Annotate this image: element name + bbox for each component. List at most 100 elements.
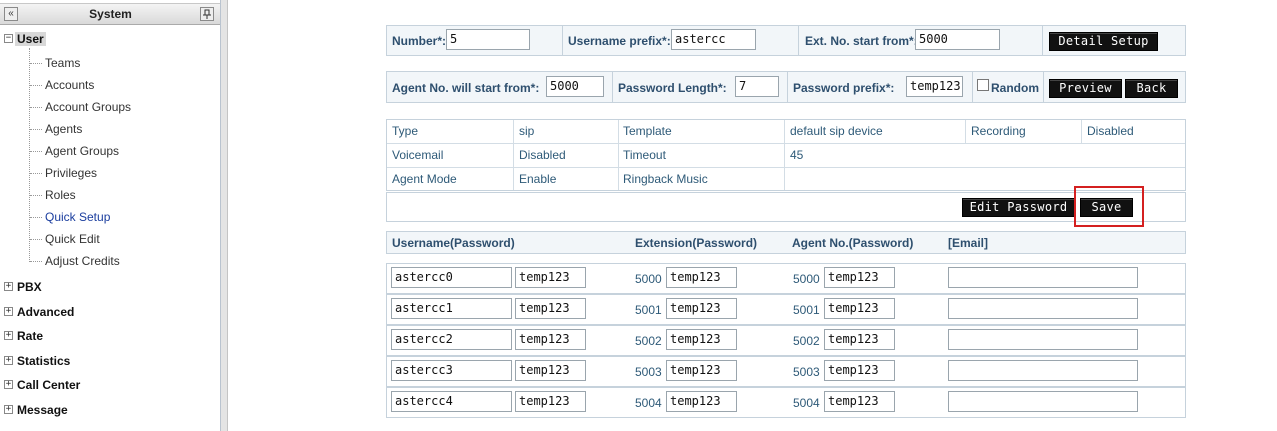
info-agent-mode-label: Agent Mode <box>392 172 457 186</box>
info-type-value: sip <box>519 124 535 138</box>
email-input[interactable] <box>948 391 1138 412</box>
expand-plus-icon[interactable]: + <box>4 380 13 389</box>
password-prefix-label: Password prefix*: <box>793 81 895 95</box>
email-input[interactable] <box>948 360 1138 381</box>
expand-plus-icon[interactable]: + <box>4 282 13 291</box>
sidebar-item-privileges[interactable]: Privileges <box>45 166 97 184</box>
grid-line <box>387 167 1185 168</box>
expand-plus-icon[interactable]: + <box>4 405 13 414</box>
tree-branch-line <box>30 217 42 218</box>
sidebar-group-rate[interactable]: + Rate <box>0 327 220 347</box>
col-username: Username(Password) <box>392 236 515 250</box>
sidebar-group-label[interactable]: Statistics <box>17 354 70 368</box>
sidebar-item-quick-setup[interactable]: Quick Setup <box>45 210 110 228</box>
extension-number: 5004 <box>635 396 662 410</box>
edit-password-button[interactable]: Edit Password <box>962 198 1075 217</box>
tree-branch-line <box>30 85 42 86</box>
extension-password-input[interactable]: temp123 <box>666 267 737 288</box>
info-voicemail-value: Disabled <box>519 148 566 162</box>
info-agent-mode-value: Enable <box>519 172 557 186</box>
user-password-input[interactable]: temp123 <box>515 391 586 412</box>
sidebar-group-label[interactable]: Message <box>17 403 68 417</box>
sidebar-group-message[interactable]: + Message <box>0 401 220 421</box>
sidebar-group-label[interactable]: User <box>15 32 46 46</box>
info-recording-label: Recording <box>971 124 1026 138</box>
grid-line <box>513 120 514 190</box>
sidebar-item-agents[interactable]: Agents <box>45 122 82 140</box>
sidebar-group-user[interactable]: − User <box>0 30 220 50</box>
back-button[interactable]: Back <box>1125 79 1178 98</box>
ext-start-input[interactable]: 5000 <box>915 29 1000 50</box>
sidebar-item-quick-edit[interactable]: Quick Edit <box>45 232 100 250</box>
sidebar-item-roles[interactable]: Roles <box>45 188 76 206</box>
email-input[interactable] <box>948 267 1138 288</box>
extension-password-input[interactable]: temp123 <box>666 391 737 412</box>
pin-icon[interactable] <box>200 7 214 21</box>
expand-plus-icon[interactable]: + <box>4 331 13 340</box>
extension-password-input[interactable]: temp123 <box>666 329 737 350</box>
password-length-label: Password Length*: <box>618 81 727 95</box>
sidebar-group-label[interactable]: Rate <box>17 329 43 343</box>
collapse-minus-icon[interactable]: − <box>4 34 13 43</box>
username-input[interactable]: astercc1 <box>391 298 512 319</box>
random-label: Random <box>991 81 1039 95</box>
grid-line <box>784 120 785 190</box>
email-input[interactable] <box>948 329 1138 350</box>
sidebar-group-advanced[interactable]: + Advanced <box>0 303 220 323</box>
agent-start-input[interactable]: 5000 <box>546 76 604 97</box>
sidebar-group-label[interactable]: Call Center <box>17 378 80 392</box>
sidebar-item-teams[interactable]: Teams <box>45 56 80 74</box>
username-prefix-input[interactable]: astercc <box>671 29 756 50</box>
expand-plus-icon[interactable]: + <box>4 307 13 316</box>
sidebar-group-pbx[interactable]: + PBX <box>0 278 220 298</box>
tree-branch-line <box>30 239 42 240</box>
tree-branch-line <box>30 63 42 64</box>
info-template-label: Template <box>623 124 672 138</box>
extension-number: 5001 <box>635 303 662 317</box>
divider <box>798 26 799 55</box>
email-input[interactable] <box>948 298 1138 319</box>
tree-branch-line <box>30 129 42 130</box>
sidebar-group-label[interactable]: PBX <box>17 280 42 294</box>
user-password-input[interactable]: temp123 <box>515 329 586 350</box>
username-prefix-label: Username prefix*: <box>568 34 671 48</box>
splitter[interactable] <box>221 0 228 431</box>
agent-password-input[interactable]: temp123 <box>824 298 895 319</box>
agent-password-input[interactable]: temp123 <box>824 267 895 288</box>
agent-number: 5000 <box>793 272 820 286</box>
username-input[interactable]: astercc0 <box>391 267 512 288</box>
detail-setup-button[interactable]: Detail Setup <box>1049 32 1158 51</box>
info-ringback-label: Ringback Music <box>623 172 708 186</box>
random-checkbox[interactable] <box>977 79 989 91</box>
sidebar-group-call-center[interactable]: + Call Center <box>0 376 220 396</box>
agent-password-input[interactable]: temp123 <box>824 329 895 350</box>
username-input[interactable]: astercc4 <box>391 391 512 412</box>
number-input[interactable]: 5 <box>446 29 530 50</box>
user-password-input[interactable]: temp123 <box>515 298 586 319</box>
tree-branch-line <box>30 151 42 152</box>
preview-button[interactable]: Preview <box>1049 79 1122 98</box>
agent-number: 5003 <box>793 365 820 379</box>
extension-password-input[interactable]: temp123 <box>666 298 737 319</box>
expand-plus-icon[interactable]: + <box>4 356 13 365</box>
sidebar-group-label[interactable]: Advanced <box>17 305 74 319</box>
extension-number: 5003 <box>635 365 662 379</box>
extension-number: 5000 <box>635 272 662 286</box>
sidebar-item-account-groups[interactable]: Account Groups <box>45 100 131 118</box>
password-prefix-input[interactable]: temp123 <box>906 76 963 97</box>
col-email: [Email] <box>948 236 989 250</box>
sidebar-item-accounts[interactable]: Accounts <box>45 78 94 96</box>
agent-password-input[interactable]: temp123 <box>824 360 895 381</box>
username-input[interactable]: astercc3 <box>391 360 512 381</box>
save-highlight-box <box>1074 186 1144 227</box>
extension-password-input[interactable]: temp123 <box>666 360 737 381</box>
tree-branch-line <box>30 107 42 108</box>
user-password-input[interactable]: temp123 <box>515 267 586 288</box>
username-input[interactable]: astercc2 <box>391 329 512 350</box>
password-length-input[interactable]: 7 <box>735 76 779 97</box>
sidebar-group-statistics[interactable]: + Statistics <box>0 352 220 372</box>
agent-password-input[interactable]: temp123 <box>824 391 895 412</box>
sidebar-item-agent-groups[interactable]: Agent Groups <box>45 144 119 162</box>
sidebar-item-adjust-credits[interactable]: Adjust Credits <box>45 254 120 272</box>
user-password-input[interactable]: temp123 <box>515 360 586 381</box>
